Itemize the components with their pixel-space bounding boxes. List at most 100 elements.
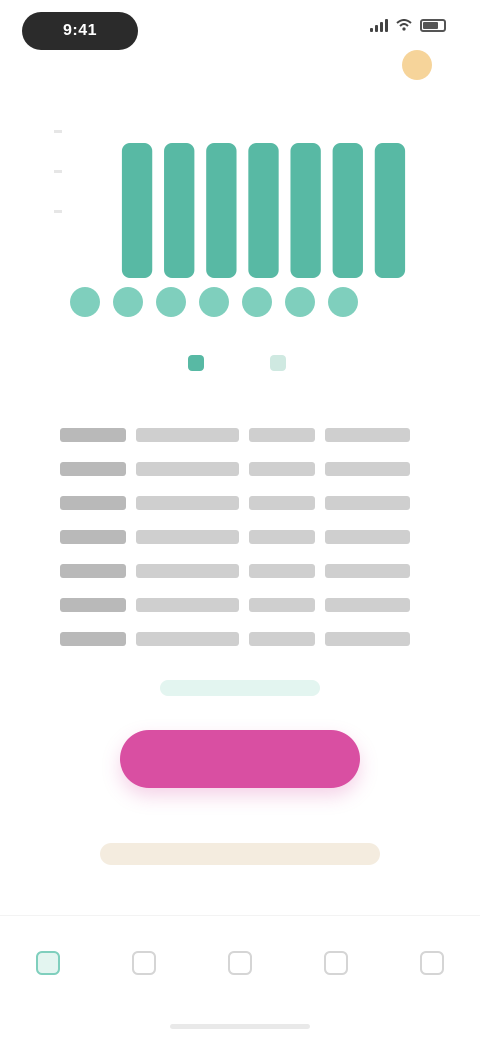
table-cell [249, 486, 325, 520]
table-cell-text [325, 632, 410, 646]
bar-chart [54, 130, 406, 278]
chart-icon [132, 951, 156, 975]
table-cell [325, 588, 420, 622]
table-cell-text [135, 632, 240, 646]
table-cell-text [249, 428, 316, 442]
table-cell [249, 452, 325, 486]
calendar-icon [228, 951, 252, 975]
table-cell [135, 588, 250, 622]
table-cell [325, 520, 420, 554]
day-dot[interactable] [285, 287, 315, 317]
table-row [60, 418, 420, 452]
table-cell [325, 452, 420, 486]
battery-icon [420, 18, 446, 32]
table-cell [135, 554, 250, 588]
table-cell [60, 486, 136, 520]
chart-legend [0, 355, 480, 371]
table-row [60, 622, 420, 656]
table-cell-text [135, 496, 240, 510]
nav-item-home[interactable] [18, 926, 78, 1006]
chart-bar[interactable] [248, 143, 279, 278]
table-cell-text [60, 598, 126, 612]
day-dot[interactable] [242, 287, 272, 317]
table-cell-text [325, 428, 410, 442]
table-cell [60, 622, 136, 656]
bottom-nav [0, 915, 480, 1016]
table-row [60, 554, 420, 588]
table-cell [60, 554, 136, 588]
chart-bar[interactable] [164, 143, 195, 278]
day-dot[interactable] [199, 287, 229, 317]
table-cell [249, 622, 325, 656]
day-dot[interactable] [113, 287, 143, 317]
table-cell-text [249, 462, 316, 476]
table-cell [135, 486, 250, 520]
table-cell [135, 622, 250, 656]
chart-bar[interactable] [206, 143, 237, 278]
chart-bar[interactable] [374, 143, 406, 278]
y-axis-tick [54, 210, 62, 213]
table-row [60, 486, 420, 520]
home-indicator [170, 1024, 310, 1029]
day-dot[interactable] [156, 287, 186, 317]
day-dot[interactable] [328, 287, 358, 317]
table-cell-text [60, 564, 126, 578]
table-cell-text [60, 496, 126, 510]
nav-item-profile[interactable] [402, 926, 462, 1006]
table-cell-text [325, 496, 410, 510]
legend-item [270, 355, 292, 371]
table-row [60, 588, 420, 622]
chart-bar[interactable] [290, 143, 321, 278]
wifi-icon [396, 19, 412, 31]
table-cell [135, 520, 250, 554]
table-cell-text [325, 530, 410, 544]
table-cell-text [135, 530, 240, 544]
table-row [60, 452, 420, 486]
table-cell [325, 486, 420, 520]
day-indicator-row [70, 287, 358, 317]
table-row [60, 520, 420, 554]
table-cell [249, 588, 325, 622]
chart-bar[interactable] [121, 143, 153, 278]
table-cell [325, 418, 420, 452]
nav-item-alerts[interactable] [306, 926, 366, 1006]
table-cell [60, 588, 136, 622]
table-cell-text [249, 496, 316, 510]
home-icon [36, 951, 60, 975]
y-axis-tick [54, 170, 62, 173]
table-cell [325, 554, 420, 588]
details-link[interactable] [160, 680, 320, 696]
chart-card [26, 78, 436, 378]
primary-action-button[interactable] [120, 730, 360, 788]
table-cell-text [135, 598, 240, 612]
footnote [100, 843, 380, 865]
legend-swatch-dark [188, 355, 204, 371]
status-time: 9:41 [22, 12, 138, 50]
table-cell-text [249, 598, 316, 612]
table-cell [135, 452, 250, 486]
nav-item-calendar[interactable] [210, 926, 270, 1006]
table-cell-text [60, 462, 126, 476]
table-cell [249, 520, 325, 554]
table-cell-text [135, 462, 240, 476]
legend-swatch-light [270, 355, 286, 371]
table-cell-text [135, 428, 240, 442]
table-cell [60, 418, 136, 452]
table-cell-text [60, 530, 126, 544]
notification-badge[interactable] [402, 50, 432, 80]
table-cell-text [325, 462, 410, 476]
table-cell [60, 452, 136, 486]
legend-item [188, 355, 210, 371]
signal-icon [370, 18, 388, 32]
table-cell [249, 418, 325, 452]
table-cell-text [325, 598, 410, 612]
table-cell [135, 418, 250, 452]
table-cell [60, 520, 136, 554]
chart-bar[interactable] [332, 143, 363, 278]
profile-icon [420, 951, 444, 975]
data-table [60, 418, 420, 656]
bell-icon [324, 951, 348, 975]
table-cell-text [249, 564, 316, 578]
day-dot[interactable] [70, 287, 100, 317]
nav-item-stats[interactable] [114, 926, 174, 1006]
